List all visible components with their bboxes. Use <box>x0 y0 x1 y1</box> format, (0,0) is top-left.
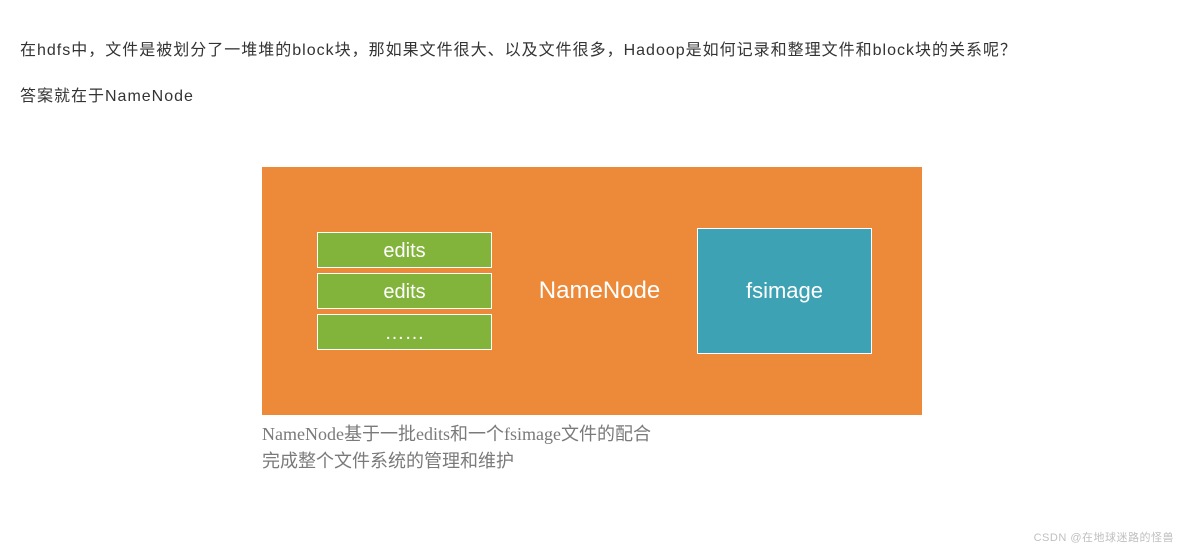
intro-text: 在hdfs中，文件是被划分了一堆堆的block块，那如果文件很大、以及文件很多，… <box>20 30 1164 117</box>
namenode-label: NameNode <box>539 277 660 305</box>
caption-line-1: NameNode基于一批edits和一个fsimage文件的配合 <box>262 421 922 448</box>
intro-line-2: 答案就在于NameNode <box>20 76 1164 118</box>
diagram-wrapper: edits edits …… NameNode fsimage NameNode… <box>262 167 922 475</box>
edits-column: edits edits …… <box>317 232 492 350</box>
edits-box: edits <box>317 273 492 309</box>
namenode-diagram: edits edits …… NameNode fsimage <box>262 167 922 415</box>
watermark: CSDN @在地球迷路的怪兽 <box>1034 529 1174 545</box>
fsimage-box: fsimage <box>697 228 872 354</box>
edits-box: …… <box>317 314 492 350</box>
intro-line-1: 在hdfs中，文件是被划分了一堆堆的block块，那如果文件很大、以及文件很多，… <box>20 30 1164 72</box>
caption-line-2: 完成整个文件系统的管理和维护 <box>262 448 922 475</box>
diagram-caption: NameNode基于一批edits和一个fsimage文件的配合 完成整个文件系… <box>262 421 922 475</box>
edits-box: edits <box>317 232 492 268</box>
